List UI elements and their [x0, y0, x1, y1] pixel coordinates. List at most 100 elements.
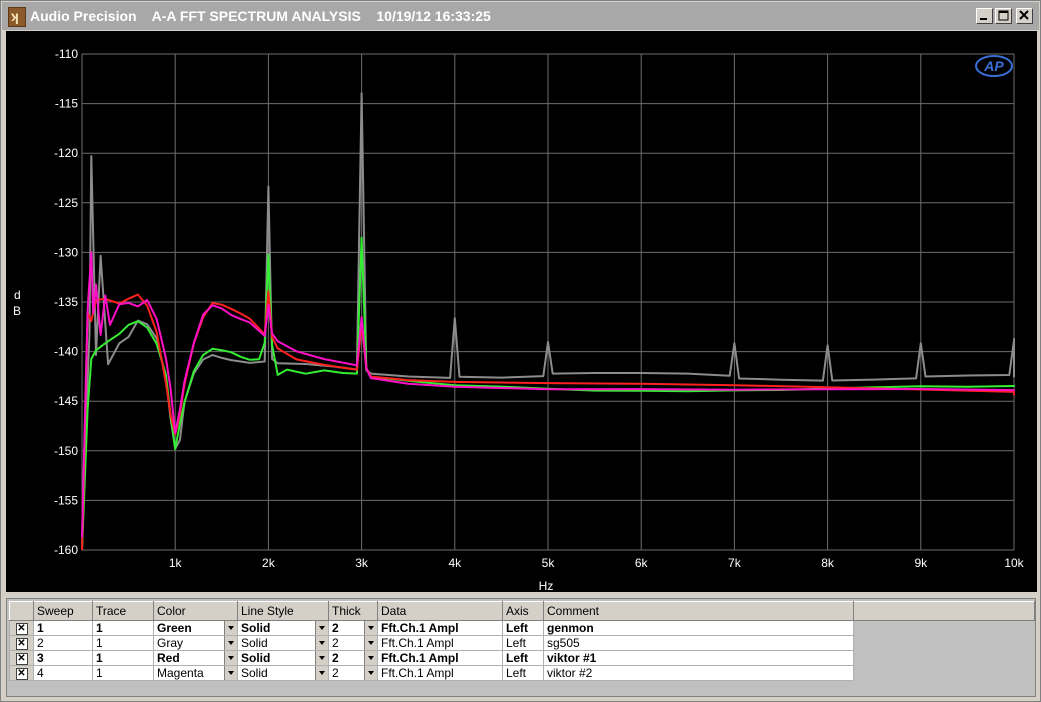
- row-enabled-checkbox[interactable]: ✕: [9, 665, 34, 681]
- cell-line-style-dropdown[interactable]: Solid: [237, 635, 329, 651]
- table-header-row: Sweep Trace Color Line Style Thick Data …: [9, 601, 1035, 621]
- cell-sweep[interactable]: 4: [33, 665, 93, 681]
- x-tick-label: 3k: [355, 556, 369, 570]
- cell-data[interactable]: Fft.Ch.1 Ampl: [377, 650, 503, 666]
- x-tick-label: 4k: [448, 556, 462, 570]
- plot-canvas: -110 -115 -120 -125 -130 -135 -140 -145 -150 -155…: [13, 47, 1025, 592]
- check-icon: ✕: [15, 667, 28, 680]
- dropdown-arrow-icon[interactable]: [224, 621, 237, 635]
- cell-sweep[interactable]: 2: [33, 635, 93, 651]
- header-filler: [853, 601, 1035, 621]
- row-enabled-checkbox[interactable]: ✕: [9, 620, 34, 636]
- cell-color: Gray: [157, 636, 184, 650]
- header-data[interactable]: Data: [377, 601, 503, 621]
- maximize-button[interactable]: [995, 8, 1012, 24]
- cell-thick: 2: [332, 651, 339, 665]
- y-tick-label: -135: [54, 295, 78, 309]
- cell-thick-dropdown[interactable]: 2: [328, 635, 378, 651]
- cell-color-dropdown[interactable]: Red: [153, 650, 238, 666]
- cell-thick: 2: [332, 636, 339, 650]
- cell-trace[interactable]: 1: [92, 650, 154, 666]
- header-comment[interactable]: Comment: [543, 601, 854, 621]
- x-tick-label: 6k: [635, 556, 649, 570]
- cell-trace[interactable]: 1: [92, 635, 154, 651]
- cell-line-style: Solid: [241, 621, 271, 635]
- cell-thick: 2: [332, 621, 339, 635]
- cell-color: Magenta: [157, 666, 204, 680]
- trace-table-panel: Sweep Trace Color Line Style Thick Data …: [6, 598, 1036, 697]
- cell-line-style-dropdown[interactable]: Solid: [237, 665, 329, 681]
- header-color[interactable]: Color: [153, 601, 238, 621]
- trace-table: Sweep Trace Color Line Style Thick Data …: [9, 601, 1035, 681]
- dropdown-arrow-icon[interactable]: [224, 666, 237, 680]
- cell-line-style: Solid: [241, 636, 268, 650]
- maximize-icon: [998, 10, 1009, 21]
- row-filler: [853, 635, 1035, 651]
- row-enabled-checkbox[interactable]: ✕: [9, 650, 34, 666]
- y-tick-label: -130: [54, 245, 78, 259]
- title-bar[interactable]: ʞ Audio Precision A-A FFT SPECTRUM ANALY…: [2, 2, 1039, 30]
- dropdown-arrow-icon[interactable]: [364, 621, 377, 635]
- dropdown-arrow-icon[interactable]: [224, 636, 237, 650]
- cell-thick-dropdown[interactable]: 2: [328, 650, 378, 666]
- dropdown-arrow-icon[interactable]: [315, 666, 328, 680]
- header-check[interactable]: [9, 601, 34, 621]
- x-tick-label: 9k: [914, 556, 928, 570]
- table-row[interactable]: ✕ 4 1 Magenta Solid 2 Fft.Ch.1 Ampl Left viktor …: [9, 665, 1035, 681]
- cell-thick-dropdown[interactable]: 2: [328, 665, 378, 681]
- audio-precision-logo-icon[interactable]: ʞ: [8, 7, 26, 27]
- y-tick-label: -160: [54, 543, 78, 557]
- dropdown-arrow-icon[interactable]: [315, 651, 328, 665]
- dropdown-arrow-icon[interactable]: [315, 621, 328, 635]
- dropdown-arrow-icon[interactable]: [364, 666, 377, 680]
- close-button[interactable]: [1016, 8, 1033, 24]
- table-row[interactable]: ✕ 1 1 Green Solid 2 Fft.Ch.1 Ampl Left genmon: [9, 620, 1035, 636]
- cell-axis[interactable]: Left: [502, 635, 544, 651]
- header-line-style[interactable]: Line Style: [237, 601, 329, 621]
- cell-comment[interactable]: viktor #1: [543, 650, 854, 666]
- cell-trace[interactable]: 1: [92, 620, 154, 636]
- x-tick-label: 8k: [821, 556, 835, 570]
- cell-line-style-dropdown[interactable]: Solid: [237, 650, 329, 666]
- cell-color-dropdown[interactable]: Green: [153, 620, 238, 636]
- minimize-button[interactable]: [976, 8, 993, 24]
- dropdown-arrow-icon[interactable]: [364, 636, 377, 650]
- cell-data[interactable]: Fft.Ch.1 Ampl: [377, 635, 503, 651]
- cell-color: Green: [157, 621, 192, 635]
- row-filler: [853, 620, 1035, 636]
- header-thick[interactable]: Thick: [328, 601, 378, 621]
- cell-color-dropdown[interactable]: Gray: [153, 635, 238, 651]
- dropdown-arrow-icon[interactable]: [315, 636, 328, 650]
- spectrum-graph[interactable]: -110 -115 -120 -125 -130 -135 -140 -145 -150 -155…: [6, 31, 1037, 592]
- header-axis[interactable]: Axis: [502, 601, 544, 621]
- cell-color: Red: [157, 651, 180, 665]
- y-tick-label: -110: [55, 47, 78, 61]
- ap-logo-icon: AP: [975, 55, 1013, 77]
- cell-axis[interactable]: Left: [502, 665, 544, 681]
- dropdown-arrow-icon[interactable]: [224, 651, 237, 665]
- cell-thick-dropdown[interactable]: 2: [328, 620, 378, 636]
- table-row[interactable]: ✕ 2 1 Gray Solid 2 Fft.Ch.1 Ampl Left sg505: [9, 635, 1035, 651]
- header-sweep[interactable]: Sweep: [33, 601, 93, 621]
- cell-comment[interactable]: viktor #2: [543, 665, 854, 681]
- cell-color-dropdown[interactable]: Magenta: [153, 665, 238, 681]
- cell-data[interactable]: Fft.Ch.1 Ampl: [377, 665, 503, 681]
- cell-line-style: Solid: [241, 651, 271, 665]
- cell-axis[interactable]: Left: [502, 650, 544, 666]
- dropdown-arrow-icon[interactable]: [364, 651, 377, 665]
- row-enabled-checkbox[interactable]: ✕: [9, 635, 34, 651]
- cell-comment[interactable]: sg505: [543, 635, 854, 651]
- cell-axis[interactable]: Left: [502, 620, 544, 636]
- cell-sweep[interactable]: 3: [33, 650, 93, 666]
- cell-data[interactable]: Fft.Ch.1 Ampl: [377, 620, 503, 636]
- cell-thick: 2: [332, 666, 339, 680]
- cell-trace[interactable]: 1: [92, 665, 154, 681]
- cell-comment[interactable]: genmon: [543, 620, 854, 636]
- cell-line-style-dropdown[interactable]: Solid: [237, 620, 329, 636]
- y-axis-label-d: d: [14, 288, 21, 302]
- cell-sweep[interactable]: 1: [33, 620, 93, 636]
- header-trace[interactable]: Trace: [92, 601, 154, 621]
- x-tick-label: 1k: [169, 556, 183, 570]
- x-axis-label: Hz: [539, 579, 554, 592]
- table-row[interactable]: ✕ 3 1 Red Solid 2 Fft.Ch.1 Ampl Left viktor #1: [9, 650, 1035, 666]
